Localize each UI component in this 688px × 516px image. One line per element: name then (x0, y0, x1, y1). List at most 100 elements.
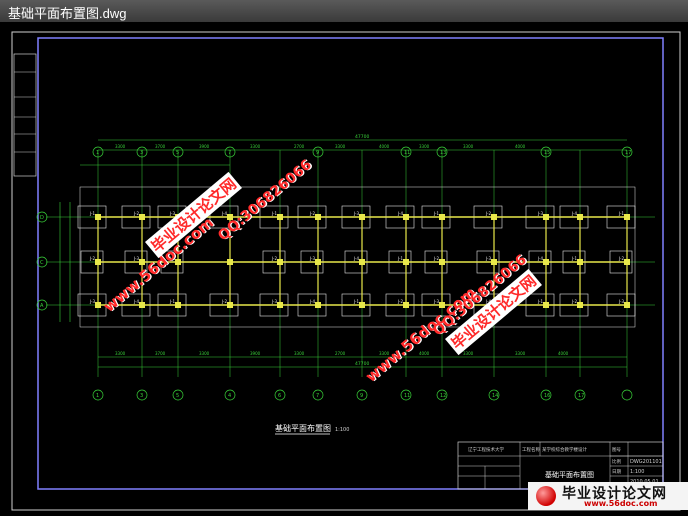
column (403, 214, 409, 220)
column (624, 259, 630, 265)
column (359, 214, 365, 220)
dim-label-bottom: 2700 (335, 351, 346, 356)
window-title: 基础平面布置图.dwg (8, 6, 127, 21)
footing-label: J-3 (309, 256, 315, 261)
margin-strip-lines (14, 71, 36, 153)
column (277, 214, 283, 220)
dim-label-top: 3300 (250, 144, 261, 149)
column (577, 302, 583, 308)
column (227, 259, 233, 265)
window-titlebar: 基础平面布置图.dwg (0, 0, 688, 23)
footing-label: J-2 (397, 299, 403, 304)
tb-label-date: 日期 (612, 469, 621, 475)
footing-label: J-1 (433, 211, 439, 216)
margin-strip (13, 53, 37, 177)
dim-label-top: 4000 (515, 144, 526, 149)
footing-label: J-1 (89, 211, 95, 216)
column (277, 259, 283, 265)
axis-number-bottom: 9 (360, 393, 363, 399)
dim-label-bottom: 3900 (250, 351, 261, 356)
footing-label: J-1 (537, 299, 543, 304)
footing-label: J-2 (485, 211, 491, 216)
axis-number-top: 15 (544, 150, 550, 156)
dim-label-top: 3300 (335, 144, 346, 149)
column (359, 302, 365, 308)
foundation-plan: 4770047700330037003900330027003300400033… (36, 134, 655, 401)
footing-label: J-1 (353, 299, 359, 304)
column (543, 302, 549, 308)
dim-label-top: 4000 (379, 144, 390, 149)
tb-scale: 1:100 (630, 469, 644, 475)
dim-label-bottom: 4000 (419, 351, 430, 356)
logo-url: www.56doc.com (584, 499, 658, 508)
axis-number-bottom: 16 (544, 393, 550, 399)
column (439, 259, 445, 265)
footing-label: J-1 (571, 256, 577, 261)
column (139, 214, 145, 220)
axis-number-top: 7 (228, 150, 231, 156)
footing-label: J-4 (537, 256, 543, 261)
dim-label-top: 3300 (115, 144, 126, 149)
dim-label-bottom: 3300 (115, 351, 126, 356)
column (227, 302, 233, 308)
footing-label: J-3 (485, 256, 491, 261)
footing-label: J-2 (133, 211, 139, 216)
footing-label: J-3 (271, 299, 277, 304)
plan-caption: 基础平面布置图 (275, 423, 331, 433)
axis-bubble-bottom (621, 389, 633, 401)
column (624, 214, 630, 220)
footing-label: J-1 (169, 299, 175, 304)
column (543, 259, 549, 265)
footing-label: J-3 (353, 211, 359, 216)
plan-scale: 1:100 (335, 427, 349, 433)
footing-label: J-2 (271, 256, 277, 261)
footing-label: J-3 (133, 256, 139, 261)
column (315, 302, 321, 308)
footing-label: J-2 (433, 256, 439, 261)
footing-label: J-3 (618, 299, 624, 304)
globe-icon (536, 486, 556, 506)
footing-label: J-4 (133, 299, 139, 304)
dim-label-bottom: 3300 (463, 351, 474, 356)
column (95, 214, 101, 220)
site-logo: 毕业设计论文网 www.56doc.com (528, 482, 688, 510)
tb-drawing-name: 基础平面布置图 (545, 470, 594, 479)
dim-label-top: 3300 (419, 144, 430, 149)
tb-label-no: 图号 (612, 447, 621, 453)
footing-label: J-4 (221, 211, 227, 216)
dim-label-top: 3700 (155, 144, 166, 149)
axis-number-bottom: 5 (176, 393, 179, 399)
axis-letter: C (40, 260, 44, 266)
footing-label: J-2 (309, 211, 315, 216)
footing-label: J-1 (397, 256, 403, 261)
axis-number-top: 17 (625, 150, 631, 156)
footing-label: J-3 (537, 211, 543, 216)
column (315, 214, 321, 220)
footing-label: J-4 (309, 299, 315, 304)
axis-number-bottom: 11 (404, 393, 410, 399)
column (491, 214, 497, 220)
column (315, 259, 321, 265)
column (624, 302, 630, 308)
axis-number-bottom: 14 (492, 393, 498, 399)
cad-drawing[interactable]: 4770047700330037003900330027003300400033… (0, 22, 688, 512)
column (359, 259, 365, 265)
dim-label-top: 3300 (463, 144, 474, 149)
column (543, 214, 549, 220)
dim-label-bottom: 3300 (515, 351, 526, 356)
column (577, 259, 583, 265)
dim-label-bottom: 4000 (558, 351, 569, 356)
footing-label: J-2 (221, 299, 227, 304)
axis-number-top: 11 (404, 150, 410, 156)
footing-label: J-2 (89, 256, 95, 261)
dim-label-bottom: 3700 (155, 351, 166, 356)
dim-label-top: 3900 (199, 144, 210, 149)
axis-number-bottom: 17 (578, 393, 584, 399)
footing-label: J-4 (571, 211, 577, 216)
column (175, 302, 181, 308)
axis-number-bottom: 6 (278, 393, 281, 399)
tb-label-scale: 比例 (612, 458, 621, 465)
drawing-canvas[interactable]: 4770047700330037003900330027003300400033… (0, 22, 688, 512)
footing-label: J-3 (89, 299, 95, 304)
axis-number-top: 5 (176, 150, 179, 156)
